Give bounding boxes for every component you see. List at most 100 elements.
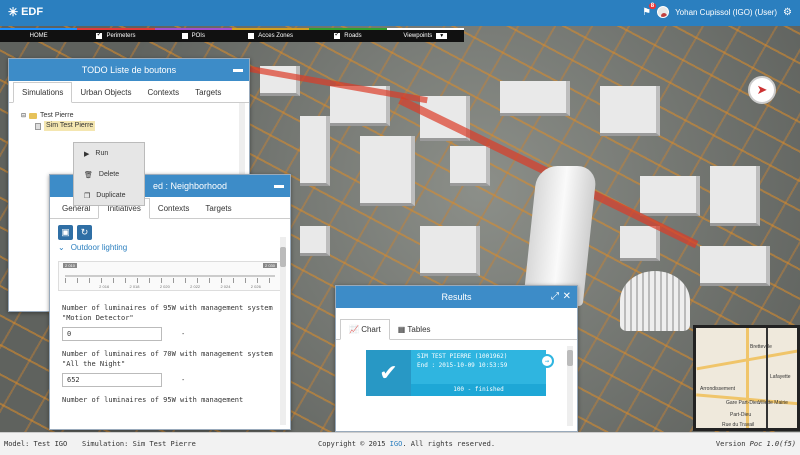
- layer-label: HOME: [29, 33, 48, 39]
- tab-label: Chart: [361, 325, 381, 334]
- viewpoints-dropdown[interactable]: ▼: [436, 33, 448, 39]
- menu-item-duplicate[interactable]: ❐ Duplicate: [74, 185, 144, 206]
- close-icon[interactable]: ✕: [563, 291, 571, 302]
- building: [710, 166, 760, 226]
- tab-tables[interactable]: ▦ Tables: [390, 320, 439, 339]
- field-label: Number of luminaires of 95W with managem…: [62, 396, 244, 403]
- refresh-icon[interactable]: ↻: [77, 225, 92, 240]
- building: [420, 226, 480, 276]
- layer-checkbox[interactable]: [334, 30, 341, 39]
- edf-logo[interactable]: ✳ EDF: [8, 5, 43, 19]
- year-range-slider[interactable]: 2 010 2 030 2 016 2 018 2 020 2 022 2 02…: [58, 261, 282, 291]
- minimap-label: Villette Mairie: [758, 400, 788, 406]
- dome-building: [620, 271, 690, 331]
- table-icon: ▦: [397, 325, 406, 334]
- section-title: Outdoor lighting: [70, 243, 128, 252]
- save-icon[interactable]: ▣: [58, 225, 73, 240]
- tick-label: 2 026: [250, 284, 261, 289]
- avatar[interactable]: [657, 6, 670, 18]
- expand-icon[interactable]: ⤢: [551, 291, 559, 302]
- neighborhood-panel: ed : Neighborhood ▬ General Initiatives …: [49, 174, 291, 430]
- tree-node-child[interactable]: Sim Test Pierre: [21, 121, 237, 131]
- user-name[interactable]: Yohan Cupissol (IGO) (User): [675, 8, 777, 17]
- field-unit: -: [182, 330, 185, 338]
- layer-perimeters[interactable]: Perimeters: [77, 28, 155, 42]
- copyright-company-link[interactable]: IGO: [390, 440, 403, 448]
- layer-label: Viewpoints: [403, 33, 433, 39]
- slider-track[interactable]: [65, 275, 275, 277]
- layer-checkbox[interactable]: [96, 30, 103, 39]
- section-header[interactable]: ⌄ Outdoor lighting: [50, 240, 290, 255]
- scrollbar[interactable]: [567, 346, 573, 426]
- building: [600, 86, 660, 136]
- building: [360, 136, 415, 206]
- scrollbar[interactable]: [280, 237, 286, 425]
- building: [300, 226, 330, 256]
- compass-icon[interactable]: ➤: [748, 76, 776, 104]
- layer-label: POIs: [191, 33, 205, 39]
- minimize-icon[interactable]: ▬: [274, 180, 284, 191]
- field-unit: -: [182, 376, 185, 384]
- copyright-prefix: Copyright © 2015: [318, 440, 386, 448]
- minimap-label: Lafayette: [770, 374, 791, 380]
- layer-checkbox[interactable]: [181, 33, 188, 39]
- tree-node-label[interactable]: Test Pierre: [40, 111, 73, 121]
- layer-viewpoints[interactable]: Viewpoints ▼: [386, 28, 464, 42]
- tab-contexts[interactable]: Contexts: [150, 199, 198, 218]
- edf-logo-icon: ✳: [8, 5, 19, 19]
- field-label: Number of luminaires of 70W with managem…: [62, 350, 273, 368]
- minimize-icon[interactable]: ▬: [233, 64, 243, 75]
- layer-pois[interactable]: POIs: [154, 28, 232, 42]
- arrow-right-icon[interactable]: →: [540, 354, 554, 368]
- layer-checkbox[interactable]: [248, 33, 255, 39]
- scrollbar-thumb[interactable]: [567, 350, 573, 366]
- edf-logo-text: EDF: [21, 6, 44, 18]
- layer-roads[interactable]: Roads: [309, 28, 387, 42]
- menu-item-label: Delete: [98, 171, 120, 178]
- results-panel: Results ⤢ ✕ 📈 Chart ▦ Tables ✔ SIM TEST …: [335, 285, 578, 432]
- menu-item-label: Duplicate: [96, 192, 126, 199]
- copyright: Copyright © 2015 IGO. All rights reserve…: [318, 440, 495, 448]
- minimap[interactable]: Bretteville Lafayette Gare Part-Dieu Vil…: [693, 325, 800, 431]
- tab-label: Tables: [407, 325, 431, 334]
- field-row: 0 -: [50, 323, 290, 345]
- result-name: SIM TEST PIERRE (1001962): [417, 353, 508, 360]
- minimap-label: Bretteville: [750, 344, 772, 350]
- minimap-label: Gare Part-Dieu: [726, 400, 760, 406]
- tick-label: 2 016: [99, 284, 110, 289]
- building: [700, 246, 770, 286]
- layer-home[interactable]: HOME: [0, 28, 78, 42]
- tab-urban-objects[interactable]: Urban Objects: [72, 83, 139, 102]
- luminaires-70w-allnight-input[interactable]: 652: [62, 373, 162, 387]
- action-toolbar: ▣ ↻: [50, 219, 290, 240]
- luminaires-95w-motion-input[interactable]: 0: [62, 327, 162, 341]
- result-end-time: End : 2015-10-09 10:53:59: [417, 362, 508, 369]
- trash-icon: 🗑: [84, 171, 93, 179]
- simulation-result-card[interactable]: ✔ SIM TEST PIERRE (1001962) End : 2015-1…: [366, 350, 554, 396]
- model-info: Model: Test IGO: [4, 440, 67, 448]
- tab-contexts[interactable]: Contexts: [140, 83, 188, 102]
- layer-label: Roads: [344, 33, 362, 39]
- tab-targets[interactable]: Targets: [197, 199, 239, 218]
- scrollbar-thumb[interactable]: [280, 247, 286, 267]
- context-menu: ▶ Run 🗑 Delete ❐ Duplicate: [73, 142, 145, 206]
- layer-acces-zones[interactable]: Acces Zones: [231, 28, 310, 42]
- simulation-tree: ⊟ Test Pierre Sim Test Pierre: [9, 103, 249, 139]
- tab-chart[interactable]: 📈 Chart: [340, 319, 390, 340]
- tree-node-label[interactable]: Sim Test Pierre: [44, 121, 96, 131]
- checkmark-icon: ✔: [366, 350, 411, 396]
- collapse-icon[interactable]: ⊟: [21, 111, 26, 121]
- menu-item-run[interactable]: ▶ Run: [74, 143, 144, 164]
- version-info: Version Poc 1.0(f5): [716, 440, 796, 448]
- menu-item-label: Run: [95, 150, 109, 157]
- model-value: Test IGO: [33, 440, 68, 448]
- tree-node-root[interactable]: ⊟ Test Pierre: [21, 111, 237, 121]
- copy-icon: ❐: [84, 192, 91, 200]
- menu-item-delete[interactable]: 🗑 Delete: [74, 164, 144, 185]
- settings-gear-icon[interactable]: ⚙: [783, 7, 792, 18]
- building: [620, 226, 660, 261]
- tab-simulations[interactable]: Simulations: [13, 82, 73, 103]
- footer: Model: Test IGO Simulation: Sim Test Pie…: [0, 432, 800, 455]
- tab-targets[interactable]: Targets: [187, 83, 229, 102]
- notifications-button[interactable]: ⚑ 8: [642, 2, 657, 18]
